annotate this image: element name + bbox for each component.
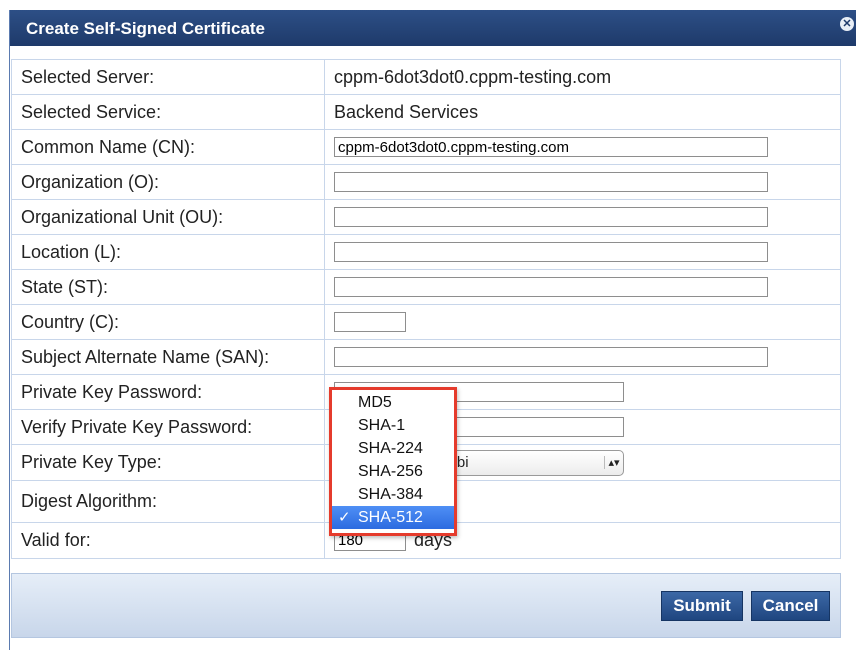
digest-label: Digest Algorithm: xyxy=(11,480,325,523)
digest-option-sha512-label: SHA-512 xyxy=(358,509,423,526)
select-arrows-icon: ▴▾ xyxy=(604,456,623,469)
row-state: State (ST): xyxy=(11,269,841,305)
state-cell xyxy=(324,269,841,305)
san-input[interactable] xyxy=(334,347,768,367)
selected-server-label: Selected Server: xyxy=(11,59,325,95)
row-location: Location (L): xyxy=(11,234,841,270)
state-label: State (ST): xyxy=(11,269,325,305)
row-org-unit: Organizational Unit (OU): xyxy=(11,199,841,235)
country-cell xyxy=(324,304,841,340)
state-input[interactable] xyxy=(334,277,768,297)
row-selected-server: Selected Server: cppm-6dot3dot0.cppm-tes… xyxy=(11,59,841,95)
organization-label: Organization (O): xyxy=(11,164,325,200)
common-name-label: Common Name (CN): xyxy=(11,129,325,165)
digest-option-sha224[interactable]: SHA-224 xyxy=(332,437,454,460)
selected-service-value: Backend Services xyxy=(324,94,841,130)
row-organization: Organization (O): xyxy=(11,164,841,200)
location-cell xyxy=(324,234,841,270)
san-label: Subject Alternate Name (SAN): xyxy=(11,339,325,375)
submit-button[interactable]: Submit xyxy=(661,591,743,621)
close-icon[interactable]: ✕ xyxy=(840,17,854,31)
checkmark-icon: ✓ xyxy=(338,509,351,526)
org-unit-cell xyxy=(324,199,841,235)
digest-option-sha512[interactable]: ✓ SHA-512 xyxy=(332,506,454,529)
country-label: Country (C): xyxy=(11,304,325,340)
organization-cell xyxy=(324,164,841,200)
verify-pk-password-label: Verify Private Key Password: xyxy=(11,409,325,445)
selected-service-label: Selected Service: xyxy=(11,94,325,130)
digest-option-sha1[interactable]: SHA-1 xyxy=(332,414,454,437)
pk-password-label: Private Key Password: xyxy=(11,374,325,410)
organization-input[interactable] xyxy=(334,172,768,192)
selected-server-value: cppm-6dot3dot0.cppm-testing.com xyxy=(324,59,841,95)
digest-option-sha256[interactable]: SHA-256 xyxy=(332,460,454,483)
row-selected-service: Selected Service: Backend Services xyxy=(11,94,841,130)
pk-type-label: Private Key Type: xyxy=(11,444,325,481)
cancel-button[interactable]: Cancel xyxy=(751,591,830,621)
row-common-name: Common Name (CN): xyxy=(11,129,841,165)
dialog-title: Create Self-Signed Certificate xyxy=(26,19,266,38)
valid-for-label: Valid for: xyxy=(11,522,325,559)
digest-option-md5[interactable]: MD5 xyxy=(332,391,454,414)
org-unit-label: Organizational Unit (OU): xyxy=(11,199,325,235)
org-unit-input[interactable] xyxy=(334,207,768,227)
digest-option-sha384[interactable]: SHA-384 xyxy=(332,483,454,506)
digest-algorithm-dropdown: MD5 SHA-1 SHA-224 SHA-256 SHA-384 ✓ SHA-… xyxy=(329,387,457,536)
country-input[interactable] xyxy=(334,312,406,332)
location-input[interactable] xyxy=(334,242,768,262)
location-label: Location (L): xyxy=(11,234,325,270)
dialog-titlebar: Create Self-Signed Certificate ✕ xyxy=(10,10,856,46)
row-country: Country (C): xyxy=(11,304,841,340)
common-name-cell xyxy=(324,129,841,165)
dialog-footer: Submit Cancel xyxy=(11,573,841,638)
common-name-input[interactable] xyxy=(334,137,768,157)
san-cell xyxy=(324,339,841,375)
row-san: Subject Alternate Name (SAN): xyxy=(11,339,841,375)
